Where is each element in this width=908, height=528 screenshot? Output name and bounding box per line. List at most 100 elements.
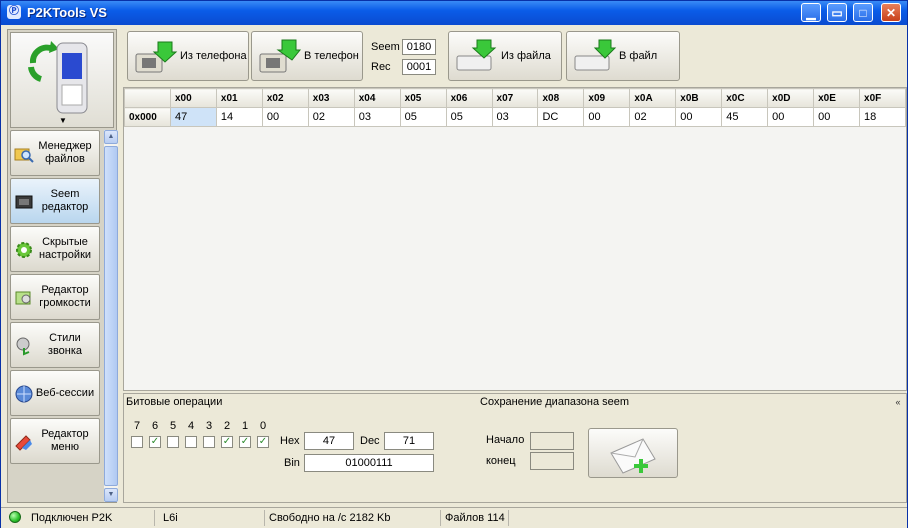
from-phone-button[interactable]: Из телефона bbox=[127, 31, 249, 81]
scroll-up-icon[interactable]: ▲ bbox=[104, 130, 118, 144]
hex-cell[interactable]: 00 bbox=[767, 107, 815, 127]
sidebar-item-label: Скрытые настройки bbox=[38, 236, 92, 261]
from-file-label: Из файла bbox=[501, 50, 551, 62]
restore-icon[interactable]: ▭ bbox=[827, 3, 847, 22]
scroll-thumb[interactable] bbox=[104, 146, 118, 486]
status-model: L6i bbox=[159, 510, 265, 526]
hex-column-header: x07 bbox=[491, 88, 539, 108]
chip-download-icon bbox=[135, 41, 178, 73]
hex-label: Hex bbox=[280, 435, 300, 447]
hex-cell[interactable]: 14 bbox=[215, 107, 263, 127]
dec-label: Dec bbox=[360, 435, 380, 447]
chevron-down-icon[interactable]: ▼ bbox=[59, 116, 67, 125]
rec-label: Rec bbox=[371, 61, 391, 73]
close-icon[interactable]: ✕ bbox=[881, 3, 901, 22]
sidebar-item-seem-editor[interactable]: Seem редактор bbox=[10, 178, 100, 224]
hex-cell[interactable]: 05 bbox=[445, 107, 493, 127]
bit-checkbox[interactable]: ✓ bbox=[221, 436, 233, 448]
bit-number-label: 1 bbox=[241, 420, 249, 432]
bit-number-label: 7 bbox=[133, 420, 141, 432]
hex-row-offset: 0x000 bbox=[124, 107, 171, 127]
hex-grid[interactable]: x00 x01 x02 x03 x04 x05 x06 x07 x08 x09 x0A x0B x0C x… bbox=[123, 87, 907, 391]
hex-cell[interactable]: 03 bbox=[491, 107, 539, 127]
minimize-icon[interactable]: ▁ bbox=[801, 3, 821, 22]
bit-number-label: 2 bbox=[223, 420, 231, 432]
phone-sync-icon bbox=[28, 41, 88, 114]
menu-editor-icon bbox=[15, 435, 32, 451]
sidebar-item-hidden-settings[interactable]: Скрытые настройки bbox=[10, 226, 100, 272]
hex-value-field[interactable]: 47 bbox=[304, 432, 354, 450]
sidebar-item-label: Менеджер файлов bbox=[38, 140, 92, 165]
hex-column-header: x09 bbox=[583, 88, 631, 108]
envelope-add-icon bbox=[610, 438, 656, 474]
bit-checkbox[interactable]: ✓ bbox=[149, 436, 161, 448]
window-title: P2KTools VS bbox=[27, 5, 107, 20]
sidebar-item-menu-editor[interactable]: Редактор меню bbox=[10, 418, 100, 464]
hex-column-header: x04 bbox=[353, 88, 401, 108]
sidebar-item-file-manager[interactable]: Менеджер файлов bbox=[10, 130, 100, 176]
status-bar: Подключен P2K L6i Свободно на /c 2182 Kb… bbox=[1, 507, 907, 528]
range-end-field[interactable] bbox=[530, 452, 574, 470]
chip-upload-icon bbox=[259, 39, 302, 73]
left-panel: ▼ Менеджер файлов Seem редактор Скрытые … bbox=[7, 29, 118, 503]
hex-cell[interactable]: 18 bbox=[859, 107, 906, 127]
hex-cell[interactable]: 03 bbox=[353, 107, 401, 127]
sidebar-item-web-sessions[interactable]: Веб-сессии bbox=[10, 370, 100, 416]
status-files: Файлов 114 bbox=[441, 510, 509, 526]
bit-checkbox[interactable] bbox=[185, 436, 197, 448]
dec-value-field[interactable]: 71 bbox=[384, 432, 434, 450]
maximize-icon[interactable]: □ bbox=[853, 3, 873, 22]
to-phone-button[interactable]: В телефон bbox=[251, 31, 363, 81]
bit-checkbox[interactable] bbox=[203, 436, 215, 448]
hex-column-header: x00 bbox=[169, 88, 217, 108]
bit-checkbox[interactable] bbox=[131, 436, 143, 448]
speaker-icon bbox=[15, 291, 31, 305]
hex-cell[interactable]: 02 bbox=[629, 107, 677, 127]
scroll-down-icon[interactable]: ▼ bbox=[104, 488, 118, 502]
rec-number-field[interactable]: 0001 bbox=[402, 59, 436, 75]
folder-search-icon bbox=[14, 148, 34, 163]
app-icon[interactable]: Ⓟ bbox=[7, 5, 21, 19]
file-save-icon bbox=[574, 39, 617, 71]
title-bar[interactable]: Ⓟ P2KTools VS ▁ ▭ □ ✕ bbox=[1, 1, 907, 25]
hex-column-header: x08 bbox=[537, 88, 585, 108]
hex-cell[interactable]: 00 bbox=[261, 107, 309, 127]
sidebar-item-label: Редактор меню bbox=[41, 428, 89, 453]
hex-cell[interactable]: 02 bbox=[307, 107, 355, 127]
phone-selector[interactable]: ▼ bbox=[10, 32, 114, 128]
chip-editor-icon bbox=[15, 195, 33, 209]
hex-column-header: x01 bbox=[215, 88, 263, 108]
bit-checkbox[interactable]: ✓ bbox=[257, 436, 269, 448]
from-file-button[interactable]: Из файла bbox=[448, 31, 562, 81]
collapse-icon[interactable]: « bbox=[892, 396, 904, 408]
hex-cell[interactable]: 00 bbox=[583, 107, 631, 127]
file-load-icon bbox=[456, 39, 497, 71]
hex-cell[interactable]: 00 bbox=[675, 107, 723, 127]
seem-number-field[interactable]: 0180 bbox=[402, 39, 436, 55]
range-start-field[interactable] bbox=[530, 432, 574, 450]
hex-cell[interactable]: 00 bbox=[813, 107, 861, 127]
app-window: Ⓟ P2KTools VS ▁ ▭ □ ✕ ▼ Менеджер файлов bbox=[0, 0, 908, 528]
hex-cell[interactable]: DC bbox=[537, 107, 585, 127]
hex-corner-header bbox=[124, 88, 171, 108]
sidebar-item-volume-editor[interactable]: Редактор громкости bbox=[10, 274, 100, 320]
sidebar-scrollbar[interactable]: ▲ ▼ bbox=[104, 130, 118, 502]
save-range-button[interactable] bbox=[588, 428, 678, 478]
to-file-button[interactable]: В файл bbox=[566, 31, 680, 81]
sidebar-item-ring-styles[interactable]: Стили звонка bbox=[10, 322, 100, 368]
hex-cell[interactable]: 47 bbox=[169, 107, 217, 127]
hex-cell[interactable]: 45 bbox=[721, 107, 769, 127]
bin-label: Bin bbox=[284, 457, 300, 469]
hex-header-row: x00 x01 x02 x03 x04 x05 x06 x07 x08 x09 x0A x0B x0C x… bbox=[124, 88, 906, 108]
bit-checkbox[interactable]: ✓ bbox=[239, 436, 251, 448]
bit-checkbox[interactable] bbox=[167, 436, 179, 448]
gear-icon bbox=[16, 242, 32, 258]
bin-value-field[interactable]: 01000111 bbox=[304, 454, 434, 472]
hex-cell[interactable]: 05 bbox=[399, 107, 447, 127]
hex-column-header: x0D bbox=[767, 88, 815, 108]
hex-column-header: x06 bbox=[445, 88, 493, 108]
seem-label: Seem bbox=[371, 41, 400, 53]
status-free-space: Свободно на /c 2182 Kb bbox=[265, 510, 441, 526]
bit-ops-title: Битовые операции bbox=[126, 396, 223, 408]
ringtone-icon bbox=[16, 337, 30, 356]
